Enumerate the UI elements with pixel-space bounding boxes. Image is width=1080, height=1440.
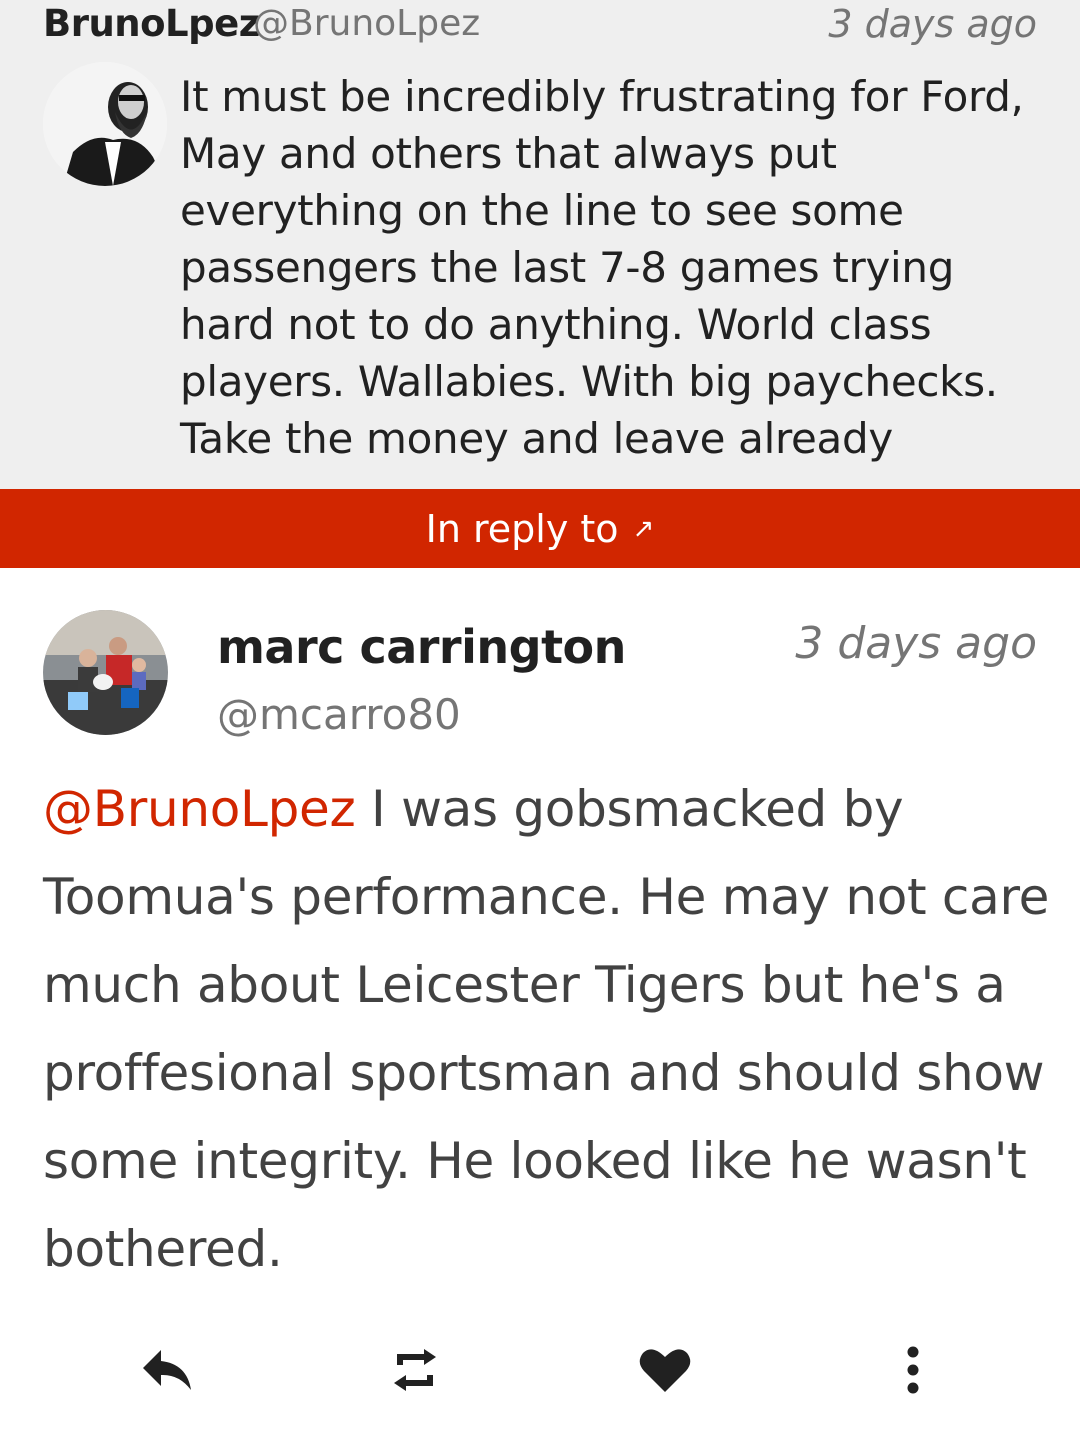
quoted-timestamp: 3 days ago bbox=[828, 2, 1037, 46]
quoted-tweet[interactable]: BrunoLpez @BrunoLpez 3 days ago It must … bbox=[0, 0, 1080, 489]
tweet-body: I was gobsmacked by Toomua's performance… bbox=[43, 780, 1050, 1278]
quoted-avatar[interactable] bbox=[43, 62, 167, 186]
like-button[interactable] bbox=[630, 1335, 700, 1405]
more-vertical-icon bbox=[907, 1346, 919, 1394]
in-reply-to-bar[interactable]: In reply to ↗ bbox=[0, 489, 1080, 568]
tweet-display-name[interactable]: marc carrington bbox=[217, 620, 626, 674]
reply-icon bbox=[143, 1350, 191, 1390]
tweet-handle[interactable]: @mcarro80 bbox=[217, 690, 461, 739]
quoted-tweet-text: It must be incredibly frustrating for Fo… bbox=[180, 72, 1024, 463]
retweet-icon bbox=[394, 1349, 436, 1391]
quoted-handle[interactable]: @BrunoLpez bbox=[253, 3, 480, 44]
more-button[interactable] bbox=[878, 1335, 948, 1405]
heart-icon bbox=[639, 1349, 691, 1392]
retweet-button[interactable] bbox=[380, 1335, 450, 1405]
tweet-timestamp: 3 days ago bbox=[795, 618, 1037, 669]
in-reply-to-label: In reply to bbox=[425, 506, 619, 551]
arrow-up-right-icon: ↗ bbox=[632, 513, 655, 544]
tweet-avatar[interactable] bbox=[43, 610, 168, 735]
tweet-text: @BrunoLpez I was gobsmacked by Toomua's … bbox=[43, 765, 1053, 1293]
quoted-display-name[interactable]: BrunoLpez bbox=[43, 2, 260, 45]
reply-button[interactable] bbox=[132, 1335, 202, 1405]
mention-link[interactable]: @BrunoLpez bbox=[43, 780, 356, 838]
tweet-actions bbox=[0, 1325, 1080, 1415]
